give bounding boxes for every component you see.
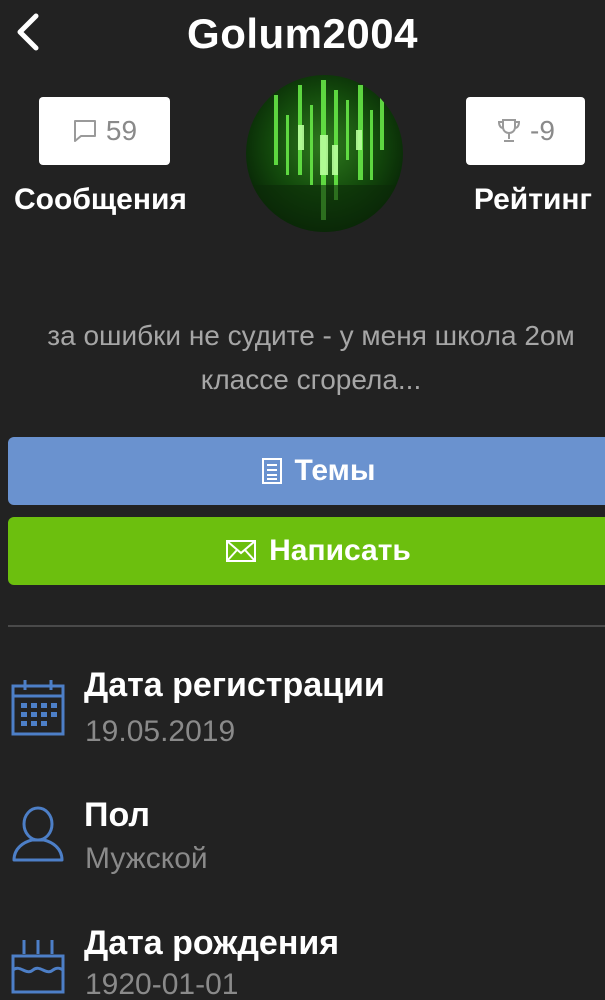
write-label: Написать [269,534,411,567]
info-title-gender: Пол [84,796,150,834]
info-value-gender: Мужской [85,842,208,875]
messages-label: Сообщения [14,183,187,216]
avatar-image [246,80,403,232]
info-value-registration: 19.05.2019 [85,715,236,748]
divider [8,625,605,627]
speech-bubble-icon [73,120,96,142]
user-icon [12,806,64,862]
messages-count: 59 [105,115,138,146]
avatar[interactable] [246,75,403,232]
document-icon [261,458,282,484]
calendar-icon [11,680,65,736]
messages-count-button[interactable]: 59 [39,97,170,165]
header: Golum2004 [0,0,605,70]
status-text: за ошибки не судите - у меня школа 2ом к… [47,320,575,395]
rating-button[interactable]: -9 [466,97,585,165]
rating-label: Рейтинг [473,183,592,216]
topics-label: Темы [294,454,376,487]
page-title: Golum2004 [187,10,418,57]
info-title-registration: Дата регистрации [84,666,385,704]
trophy-icon [498,119,521,142]
info-value-birthday: 1920-01-01 [85,968,239,1000]
info-title-birthday: Дата рождения [84,924,340,962]
birthday-cake-icon [11,940,65,994]
write-message-button[interactable]: Написать [8,517,605,585]
profile-screen: Golum2004 59 Сообщения -9 Рейтинг за оши… [0,0,605,1000]
rating-value: -9 [530,115,555,146]
topics-button[interactable]: Темы [8,437,605,505]
envelope-icon [226,540,257,562]
